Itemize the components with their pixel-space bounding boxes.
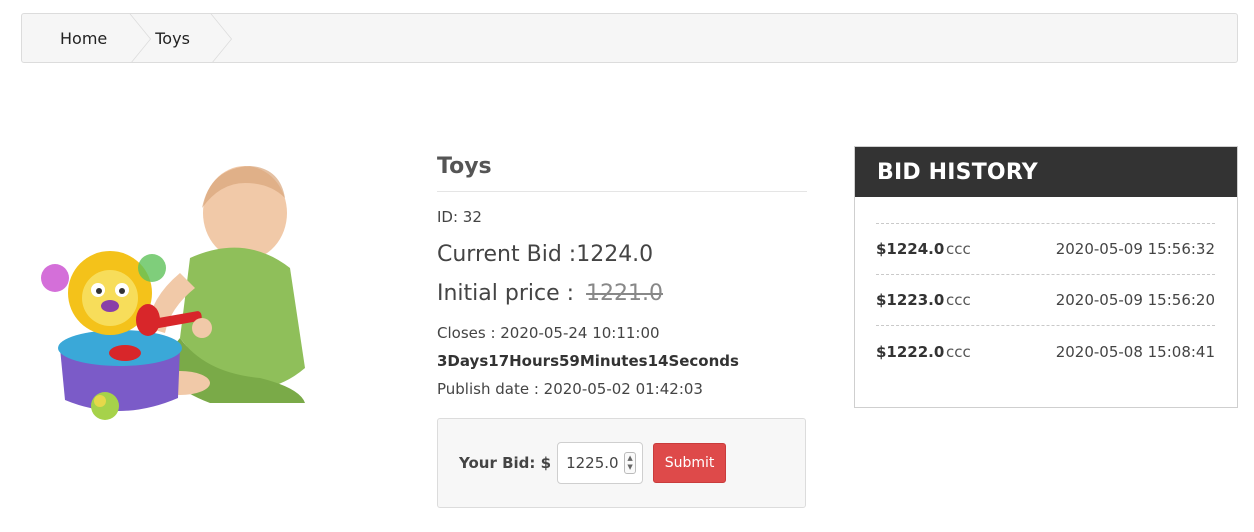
baby-toy-photo-icon (41, 166, 305, 420)
bid-history-panel: BID HISTORY $1224.0 ccc 2020-05-09 15:56… (854, 146, 1238, 408)
your-bid-label: Your Bid: $ (459, 454, 552, 472)
bid-form: Your Bid: $ ▲ ▼ Submit (437, 418, 806, 508)
publish-date: Publish date : 2020-05-02 01:42:03 (437, 380, 703, 398)
bid-input-wrapper: ▲ ▼ (557, 442, 644, 484)
countdown-timer: 3Days17Hours59Minutes14Seconds (437, 352, 739, 370)
bid-time: 2020-05-08 15:08:41 (1055, 342, 1215, 361)
product-title: Toys (437, 154, 807, 192)
bid-amount: $1223.0 (876, 291, 945, 309)
current-bid: Current Bid :1224.0 (437, 242, 654, 267)
initial-price: Initial price : 1221.0 (437, 281, 807, 306)
bid-time: 2020-05-09 15:56:20 (1055, 291, 1215, 309)
submit-bid-button[interactable]: Submit (653, 443, 727, 483)
breadcrumb: Home Toys (21, 13, 1238, 63)
bid-time: 2020-05-09 15:56:32 (1055, 240, 1215, 258)
bidder-name: ccc (946, 240, 971, 258)
product-details: Toys ID: 32 Current Bid :1224.0 Initial … (437, 150, 807, 398)
bidder-name: ccc (946, 342, 971, 361)
bid-amount: $1224.0 (876, 240, 945, 258)
bid-amount: $1222.0 (876, 342, 945, 361)
product-image (30, 138, 310, 438)
bid-history-title: BID HISTORY (855, 147, 1237, 197)
bid-history-row: $1222.0 ccc 2020-05-08 15:08:41 (876, 326, 1215, 377)
bid-stepper[interactable]: ▲ ▼ (624, 452, 637, 474)
stepper-down-icon[interactable]: ▼ (627, 463, 632, 472)
bid-history-list: $1224.0 ccc 2020-05-09 15:56:32 $1223.0 … (876, 223, 1215, 377)
initial-price-value: 1221.0 (586, 281, 664, 306)
bidder-name: ccc (946, 291, 971, 309)
closing-date: Closes : 2020-05-24 10:11:00 (437, 324, 660, 342)
stepper-up-icon[interactable]: ▲ (627, 454, 632, 463)
product-id: ID: 32 (437, 208, 482, 226)
bid-history-row: $1224.0 ccc 2020-05-09 15:56:32 (876, 224, 1215, 275)
initial-price-label: Initial price : (437, 281, 575, 306)
breadcrumb-toys-link[interactable]: Toys (129, 14, 210, 62)
breadcrumb-home-link[interactable]: Home (22, 14, 129, 62)
bid-history-row: $1223.0 ccc 2020-05-09 15:56:20 (876, 275, 1215, 326)
